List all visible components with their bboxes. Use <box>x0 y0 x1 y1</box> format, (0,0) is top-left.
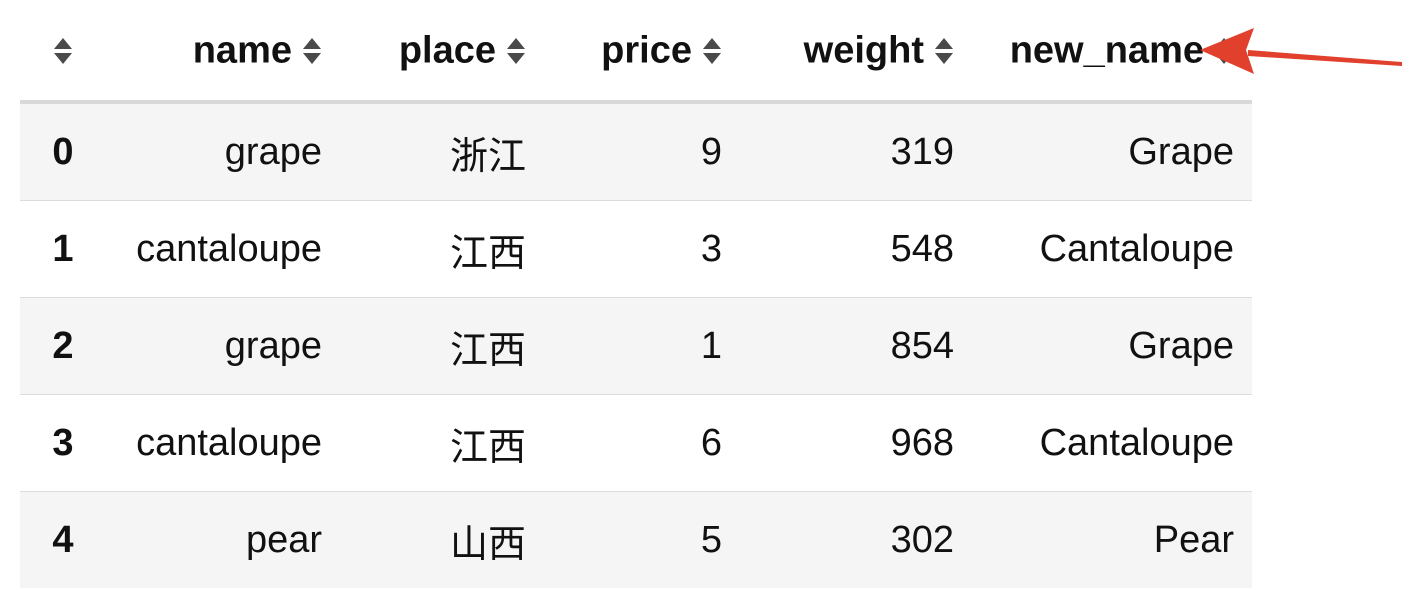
column-header-label: weight <box>803 29 924 72</box>
column-header-weight[interactable]: weight <box>740 0 972 104</box>
price-cell: 1 <box>544 297 740 395</box>
place-cell: 江西 <box>340 394 544 492</box>
price-cell: 5 <box>544 491 740 588</box>
place-cell: 江西 <box>340 297 544 395</box>
name-cell: cantaloupe <box>106 200 340 298</box>
weight-cell: 854 <box>740 297 972 395</box>
table-row: 0 grape 浙江 9 319 Grape <box>20 101 1252 201</box>
weight-cell: 968 <box>740 394 972 492</box>
new-name-cell: Grape <box>972 101 1252 201</box>
new-name-cell: Grape <box>972 297 1252 395</box>
row-index-cell: 2 <box>20 297 106 395</box>
weight-cell: 548 <box>740 200 972 298</box>
name-cell: grape <box>106 297 340 395</box>
weight-cell: 302 <box>740 491 972 588</box>
column-header-label: new_name <box>1009 29 1204 72</box>
sort-icon[interactable] <box>702 36 722 66</box>
name-cell: pear <box>106 491 340 588</box>
row-index-cell: 0 <box>20 101 106 201</box>
sort-icon[interactable] <box>506 36 526 66</box>
column-header-label: price <box>601 29 692 72</box>
price-cell: 6 <box>544 394 740 492</box>
name-cell: grape <box>106 101 340 201</box>
column-header-label: place <box>398 29 496 72</box>
new-name-cell: Cantaloupe <box>972 200 1252 298</box>
price-cell: 3 <box>544 200 740 298</box>
row-index-cell: 4 <box>20 491 106 588</box>
new-name-cell: Cantaloupe <box>972 394 1252 492</box>
column-header-name[interactable]: name <box>106 0 340 104</box>
table-row: 3 cantaloupe 江西 6 968 Cantaloupe <box>20 394 1252 492</box>
name-cell: cantaloupe <box>106 394 340 492</box>
place-cell: 江西 <box>340 200 544 298</box>
table-row: 4 pear 山西 5 302 Pear <box>20 491 1252 588</box>
sort-icon[interactable] <box>934 36 954 66</box>
column-header-price[interactable]: price <box>544 0 740 104</box>
header-row: name place price weight new_name <box>20 0 1252 104</box>
dataframe-table: name place price weight new_name 0 grape… <box>20 0 1252 588</box>
table-row: 1 cantaloupe 江西 3 548 Cantaloupe <box>20 200 1252 298</box>
column-header-index[interactable] <box>20 0 106 104</box>
row-index-cell: 3 <box>20 394 106 492</box>
column-header-place[interactable]: place <box>340 0 544 104</box>
place-cell: 山西 <box>340 491 544 588</box>
price-cell: 9 <box>544 101 740 201</box>
place-cell: 浙江 <box>340 101 544 201</box>
arrow-left-icon <box>1200 28 1402 74</box>
dataframe-view: name place price weight new_name 0 grape… <box>20 0 1252 590</box>
column-header-label: name <box>192 29 292 72</box>
table-row: 2 grape 江西 1 854 Grape <box>20 297 1252 395</box>
sort-icon[interactable] <box>53 36 73 66</box>
row-index-cell: 1 <box>20 200 106 298</box>
sort-icon[interactable] <box>302 36 322 66</box>
weight-cell: 319 <box>740 101 972 201</box>
new-name-cell: Pear <box>972 491 1252 588</box>
